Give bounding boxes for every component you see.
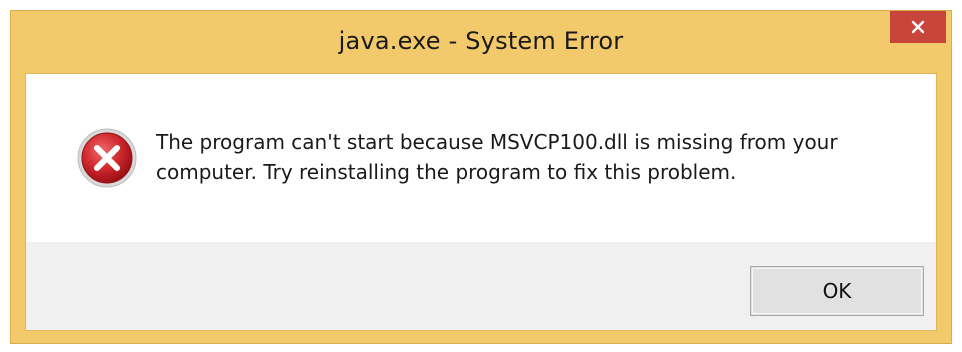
dialog-client-area: The program can't start because MSVCP100… — [25, 73, 937, 331]
close-icon — [911, 20, 925, 34]
error-message-line-2: computer. Try reinstalling the program t… — [156, 160, 737, 184]
error-icon — [76, 127, 138, 189]
close-button[interactable] — [890, 11, 946, 43]
error-message-line-1: The program can't start because MSVCP100… — [156, 130, 838, 154]
window-title: java.exe - System Error — [338, 27, 624, 55]
error-dialog-window: java.exe - System Error The program can'… — [10, 10, 952, 344]
message-area: The program can't start because MSVCP100… — [26, 74, 936, 242]
ok-button[interactable]: OK — [750, 266, 924, 316]
error-message: The program can't start because MSVCP100… — [156, 127, 916, 187]
title-bar[interactable]: java.exe - System Error — [11, 11, 951, 73]
button-bar: OK — [26, 242, 936, 330]
